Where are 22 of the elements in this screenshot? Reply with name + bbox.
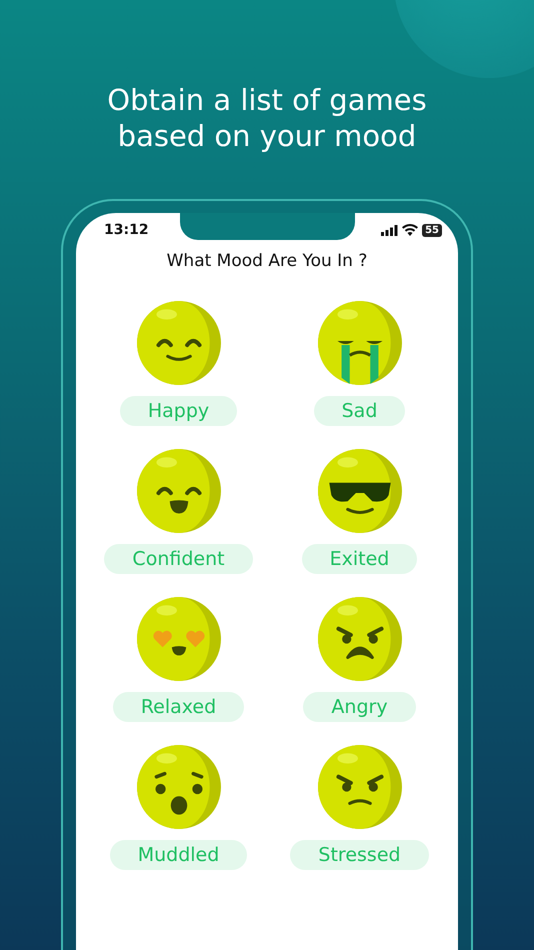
- frowning-face-icon: [316, 744, 402, 830]
- angry-face-icon: [316, 596, 402, 682]
- smiling-face-icon: [136, 300, 222, 386]
- status-time: 13:12: [104, 220, 149, 240]
- screen-title: What Mood Are You In ?: [166, 250, 368, 272]
- laughing-face-icon: [136, 448, 222, 534]
- headline: Obtain a list of games based on your mood: [106, 82, 428, 154]
- battery-level: 55: [422, 224, 442, 236]
- mood-button[interactable]: Angry: [303, 692, 416, 722]
- heart-eyes-face-icon: [136, 596, 222, 682]
- mood-button[interactable]: Muddled: [110, 840, 248, 870]
- sunglasses-face-icon: [316, 448, 402, 534]
- mood-button[interactable]: Happy: [120, 396, 238, 426]
- mood-button[interactable]: Exited: [302, 544, 418, 574]
- crying-face-icon: [316, 300, 402, 386]
- signal-icon: [381, 224, 398, 236]
- mood-button[interactable]: Stressed: [290, 840, 429, 870]
- mood-button[interactable]: Confident: [104, 544, 253, 574]
- wifi-icon: [402, 224, 418, 236]
- mood-button[interactable]: Sad: [314, 396, 406, 426]
- shocked-face-icon: [136, 744, 222, 830]
- mood-button[interactable]: Relaxed: [112, 692, 244, 722]
